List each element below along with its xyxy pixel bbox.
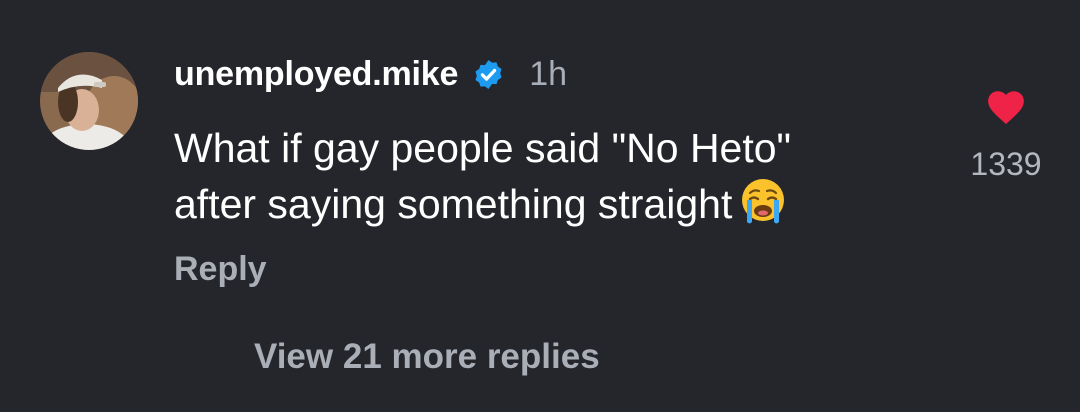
timestamp: 1h: [529, 54, 568, 93]
view-more-replies-button[interactable]: View 21 more replies: [254, 337, 600, 377]
username-link[interactable]: unemployed.mike: [174, 55, 458, 94]
profile-photo: [40, 52, 138, 150]
comment-line-text: after saying something straight: [174, 181, 733, 227]
comment-header: unemployed.mike 1h: [174, 52, 567, 96]
verified-badge-icon: [472, 58, 505, 91]
reply-button[interactable]: Reply: [174, 250, 267, 289]
comment-line: after saying something straight: [174, 176, 914, 232]
loudly-crying-face-emoji: [738, 176, 788, 226]
avatar[interactable]: [40, 52, 138, 150]
like-count: 1339: [970, 146, 1042, 182]
comment-line: What if gay people said "No Heto": [174, 125, 792, 171]
comment-text: What if gay people said "No Heto" after …: [174, 120, 914, 232]
heart-icon[interactable]: [985, 86, 1027, 126]
